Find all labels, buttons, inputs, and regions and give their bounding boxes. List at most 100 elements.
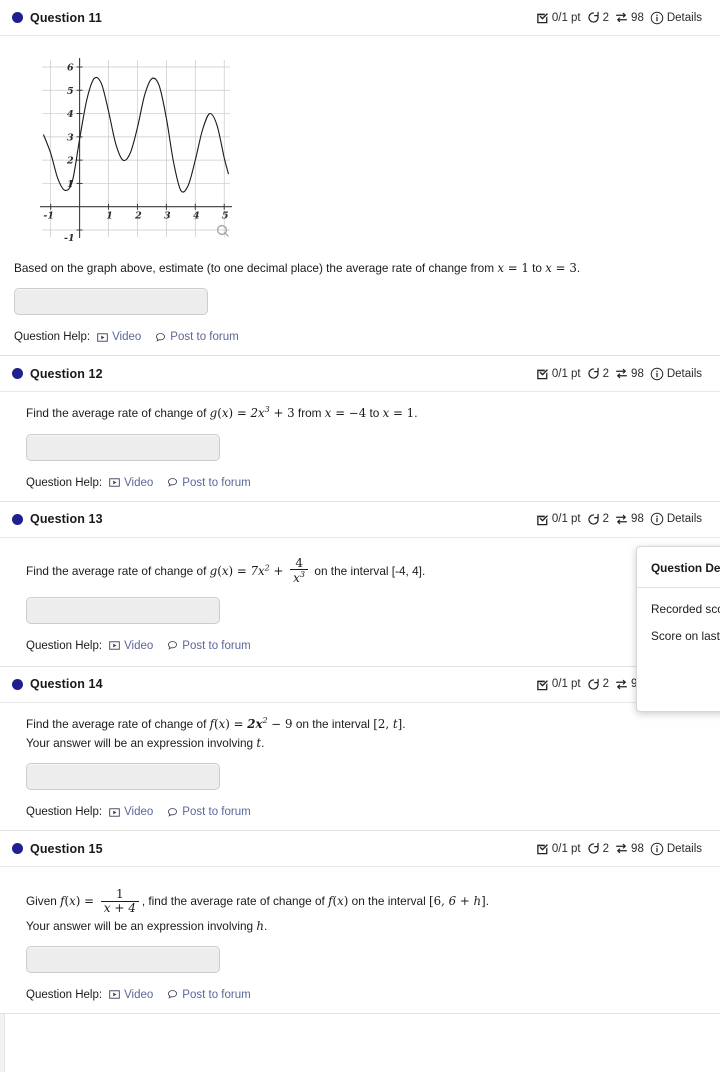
expr-coef: 7 xyxy=(250,563,258,578)
expr-coef: 2 xyxy=(250,406,258,421)
video-label[interactable]: Video xyxy=(124,640,153,652)
version-text: 98 xyxy=(631,842,644,855)
prompt-line2-text: Your answer will be an expression involv… xyxy=(26,736,257,751)
question-body-12: Find the average rate of change of g(x) … xyxy=(0,392,720,500)
video-label[interactable]: Video xyxy=(124,806,153,818)
speech-bubble-icon xyxy=(167,477,178,488)
popup-recorded-score-row: Recorded score xyxy=(651,602,720,616)
fraction-denominator: x + 4 xyxy=(100,900,139,915)
svg-text:5: 5 xyxy=(222,211,229,222)
question-body-14: Find the average rate of change of f(x) … xyxy=(0,703,720,831)
svg-text:2: 2 xyxy=(134,211,142,222)
fn-var: x xyxy=(69,894,76,909)
info-circle-icon[interactable] xyxy=(650,842,664,856)
attempts-text: 2 xyxy=(602,513,610,526)
question-help-label: Question Help: xyxy=(26,639,103,652)
version-group: 98 xyxy=(615,11,644,24)
prompt-eq-b: = xyxy=(551,261,570,275)
question-card-11: Question 11 0/1 pt 2 98 Details -1 1 2 3… xyxy=(0,0,720,357)
to-val: = 1 xyxy=(389,406,415,421)
details-group[interactable]: Details xyxy=(650,367,702,381)
shuffle-arrows-icon xyxy=(615,842,628,855)
forum-label[interactable]: Post to forum xyxy=(182,640,250,652)
prompt-line2-var: h xyxy=(256,918,264,933)
video-help-link[interactable]: Video xyxy=(109,640,153,652)
version-text: 98 xyxy=(631,367,644,380)
info-circle-icon[interactable] xyxy=(650,11,664,25)
undo-arrow-icon xyxy=(587,513,600,526)
forum-label[interactable]: Post to forum xyxy=(182,477,250,489)
question-meta-15: 0/1 pt 2 98 Details xyxy=(536,842,702,856)
svg-text:4: 4 xyxy=(67,109,74,120)
details-link[interactable]: Details xyxy=(667,843,702,855)
video-help-link[interactable]: Video xyxy=(97,331,141,343)
interval-comma: , xyxy=(441,894,449,909)
question-status-bullet xyxy=(12,368,23,380)
details-link[interactable]: Details xyxy=(667,368,702,380)
answer-input[interactable] xyxy=(26,433,220,461)
magnifier-icon[interactable] xyxy=(217,225,229,237)
attempts-text: 2 xyxy=(602,367,610,380)
expr-var: x xyxy=(255,716,263,731)
info-circle-icon[interactable] xyxy=(650,512,664,526)
score-text: 0/1 pt xyxy=(551,513,581,526)
question-prompt-13: Find the average rate of change of g(x) … xyxy=(26,555,426,586)
undo-arrow-icon xyxy=(587,842,600,855)
version-group: 98 xyxy=(615,842,644,855)
question-meta-13: 0/1 pt 2 98 Details xyxy=(536,512,702,526)
question-help-label: Question Help: xyxy=(26,988,103,1001)
video-label[interactable]: Video xyxy=(124,477,153,489)
video-help-link[interactable]: Video xyxy=(109,477,153,489)
forum-help-link[interactable]: Post to forum xyxy=(167,640,251,652)
answer-input[interactable] xyxy=(26,596,220,624)
question-title: Question 12 xyxy=(30,366,103,381)
prompt-end: . xyxy=(485,894,490,909)
expr-plus: + xyxy=(269,563,288,578)
version-text: 98 xyxy=(631,11,644,24)
answer-input[interactable] xyxy=(26,763,220,791)
score-text: 0/1 pt xyxy=(551,367,581,380)
info-circle-icon[interactable] xyxy=(650,367,664,381)
prompt-end: . xyxy=(414,406,418,421)
answer-input[interactable] xyxy=(26,945,220,973)
video-help-link[interactable]: Video xyxy=(109,989,153,1001)
attempts-text: 2 xyxy=(602,11,610,24)
undo-arrow-icon xyxy=(587,678,600,691)
forum-help-link[interactable]: Post to forum xyxy=(167,989,251,1001)
question-status-bullet xyxy=(12,12,23,23)
question-header-14: Question 14 0/1 pt 2 xyxy=(0,667,720,703)
fraction-den-pow: 3 xyxy=(299,569,306,580)
video-label[interactable]: Video xyxy=(124,989,153,1001)
details-link[interactable]: Details xyxy=(667,513,702,525)
prompt-text: Based on the graph above, estimate (to o… xyxy=(14,261,498,275)
details-group[interactable]: Details xyxy=(650,11,702,25)
forum-help-link[interactable]: Post to forum xyxy=(167,477,251,489)
attempts-text: 2 xyxy=(602,842,610,855)
checkbox-check-icon xyxy=(536,367,549,380)
question-title: Question 15 xyxy=(30,841,103,856)
play-video-icon xyxy=(109,807,120,818)
question-help-15: Question Help: Video Post to forum xyxy=(26,989,702,1001)
svg-text:5: 5 xyxy=(67,86,74,97)
answer-input[interactable] xyxy=(14,288,208,316)
video-label[interactable]: Video xyxy=(112,331,141,343)
popup-body: Recorded score Score on last attempt xyxy=(637,588,720,643)
svg-text:1: 1 xyxy=(106,211,113,222)
details-group[interactable]: Details xyxy=(650,512,702,526)
details-group[interactable]: Details xyxy=(650,842,702,856)
forum-help-link[interactable]: Post to forum xyxy=(155,331,239,343)
video-help-link[interactable]: Video xyxy=(109,806,153,818)
forum-label[interactable]: Post to forum xyxy=(170,331,238,343)
svg-text:-1: -1 xyxy=(64,233,75,244)
svg-text:3: 3 xyxy=(67,132,74,143)
details-link[interactable]: Details xyxy=(667,12,702,24)
play-video-icon xyxy=(97,332,108,343)
svg-text:4: 4 xyxy=(193,211,200,222)
expr-tail: + 3 xyxy=(269,406,295,421)
forum-label[interactable]: Post to forum xyxy=(182,806,250,818)
interval-text: on the interval xyxy=(348,894,430,909)
popup-last-attempt-row: Score on last attempt xyxy=(651,629,720,643)
question-card-13: Question 13 0/1 pt 2 98 Details Find the… xyxy=(0,501,720,667)
forum-help-link[interactable]: Post to forum xyxy=(167,806,251,818)
forum-label[interactable]: Post to forum xyxy=(182,989,250,1001)
